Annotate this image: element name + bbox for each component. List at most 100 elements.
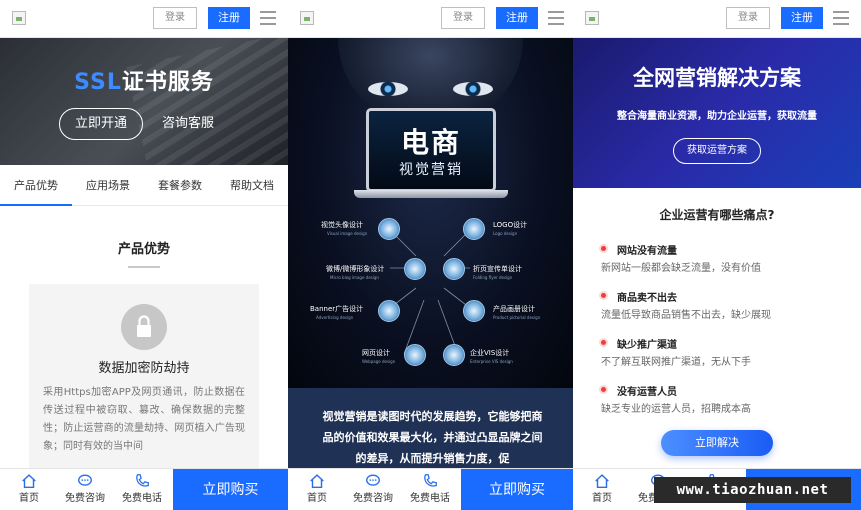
watermark: www.tiaozhuan.net	[654, 477, 851, 503]
tab-package-params[interactable]: 套餐参数	[144, 165, 216, 206]
lock-icon	[121, 304, 167, 350]
node-label: 折页宣传单设计	[473, 265, 522, 273]
register-button[interactable]: 注册	[496, 7, 538, 29]
tab-scenarios[interactable]: 应用场景	[72, 165, 144, 206]
node-label: 产品画册设计	[493, 305, 535, 313]
tab-advantages[interactable]: 产品优势	[0, 165, 72, 206]
solve-now-button[interactable]: 立即解决	[661, 430, 773, 456]
title-divider	[128, 266, 160, 268]
login-button[interactable]: 登录	[441, 7, 485, 29]
bottom-bar: 首页 免费咨询 免费电话 立即购买	[0, 468, 288, 510]
login-button[interactable]: 登录	[726, 7, 770, 29]
open-now-button[interactable]: 立即开通	[59, 108, 143, 140]
pain-title: 没有运营人员	[617, 387, 677, 398]
consult-service-button[interactable]: 咨询客服	[158, 108, 218, 140]
pain-desc: 缺乏专业的运营人员，招聘成本高	[601, 404, 751, 415]
node-label: 企业VIS设计	[470, 349, 510, 357]
free-consult-tab[interactable]: 免费咨询	[62, 469, 108, 510]
node-sublabel: Visual image design	[327, 231, 368, 236]
register-button[interactable]: 注册	[208, 7, 250, 29]
marketing-subtitle: 整合海量商业资源，助力企业运营，获取流量	[617, 111, 817, 122]
section-title: 产品优势	[117, 242, 170, 257]
logo-image[interactable]	[585, 11, 599, 25]
node-sublabel: Logo design	[493, 231, 518, 236]
node-label: 网页设计	[362, 349, 390, 357]
pain-points-section: 企业运营有哪些痛点? 网站没有流量 新网站一般都会缺乏流量，没有价值 商品卖不出…	[573, 188, 861, 468]
free-phone-tab[interactable]: 免费电话	[407, 469, 453, 510]
node-icon	[378, 300, 400, 322]
pain-title: 商品卖不出去	[617, 293, 677, 304]
top-bar: 登录 注册	[288, 0, 573, 38]
home-tab[interactable]: 首页	[579, 469, 625, 510]
chat-icon	[366, 474, 380, 486]
node-icon	[443, 344, 465, 366]
pain-desc: 新网站一般都会缺乏流量，没有价值	[601, 263, 761, 274]
node-label: Banner广告设计	[310, 305, 364, 313]
node-label: 微博/微博形象设计	[326, 265, 385, 273]
advantages-section: 产品优势 数据加密防劫持 采用Https加密APP及网页通讯，防止数据在传送过程…	[0, 206, 288, 474]
node-sublabel: Folding flyer design	[473, 275, 513, 280]
phone-icon	[136, 474, 149, 487]
ssl-panel: 登录 注册 SSL证书服务 立即开通 咨询客服 产品优势 应用场景 套餐参数 帮…	[0, 0, 288, 510]
buy-now-button[interactable]: 立即购买	[173, 469, 288, 510]
home-icon	[310, 474, 324, 489]
marketing-panel: 登录 注册 全网营销解决方案 整合海量商业资源，助力企业运营，获取流量 获取运营…	[573, 0, 861, 510]
phone-icon	[424, 474, 437, 487]
home-icon	[595, 474, 609, 489]
logo-image[interactable]	[300, 11, 314, 25]
feature-description: 采用Https加密APP及网页通讯，防止数据在传送过程中被窃取、篡改、确保数据的…	[43, 387, 245, 452]
node-label: LOGO设计	[493, 221, 528, 229]
ecommerce-description: 视觉营销是读图时代的发展趋势，它能够把商品的价值和效果最大化，并通过凸显品牌之间…	[288, 388, 573, 468]
menu-icon[interactable]	[548, 11, 564, 25]
node-icon	[404, 258, 426, 280]
node-icon	[463, 300, 485, 322]
description-text: 视觉营销是读图时代的发展趋势，它能够把商品的价值和效果最大化，并通过凸显品牌之间…	[322, 410, 543, 465]
pain-title: 网站没有流量	[617, 246, 677, 257]
top-bar: 登录 注册	[573, 0, 861, 38]
get-plan-button[interactable]: 获取运营方案	[673, 138, 761, 164]
ssl-tabs: 产品优势 应用场景 套餐参数 帮助文档	[0, 165, 288, 206]
ssl-title: SSL证书服务	[74, 70, 214, 95]
node-sublabel: Webpage design	[362, 359, 396, 364]
node-icon	[378, 218, 400, 240]
tab-help-docs[interactable]: 帮助文档	[216, 165, 288, 206]
ecommerce-panel: 登录 注册 电商 视觉营销 视觉头像设计 Visual image design…	[288, 0, 573, 510]
marketing-hero: 全网营销解决方案 整合海量商业资源，助力企业运营，获取流量 获取运营方案	[573, 38, 861, 188]
section-title: 企业运营有哪些痛点?	[659, 208, 775, 222]
bullet-dot	[601, 387, 606, 392]
free-phone-tab[interactable]: 免费电话	[119, 469, 165, 510]
bottom-bar: 首页 免费咨询 免费电话 立即购买	[288, 468, 573, 510]
menu-icon[interactable]	[833, 11, 849, 25]
connector-lines	[389, 229, 471, 355]
top-bar: 登录 注册	[0, 0, 288, 38]
logo-image[interactable]	[12, 11, 26, 25]
ecommerce-banner: 电商 视觉营销 视觉头像设计 Visual image design LOGO设…	[288, 38, 573, 388]
node-label: 视觉头像设计	[321, 221, 363, 229]
bullet-dot	[601, 340, 606, 345]
home-icon	[22, 474, 36, 489]
node-icon	[404, 344, 426, 366]
chat-icon	[78, 474, 92, 486]
free-consult-tab[interactable]: 免费咨询	[350, 469, 396, 510]
login-button[interactable]: 登录	[153, 7, 197, 29]
node-icon	[443, 258, 465, 280]
node-icon	[463, 218, 485, 240]
pain-desc: 流量低导致商品销售不出去，缺少展现	[601, 310, 771, 321]
node-sublabel: Product pictorial design	[493, 315, 541, 320]
menu-icon[interactable]	[260, 11, 276, 25]
home-tab[interactable]: 首页	[6, 469, 52, 510]
node-sublabel: Micro blog image design	[330, 275, 379, 280]
register-button[interactable]: 注册	[781, 7, 823, 29]
buy-now-button[interactable]: 立即购买	[461, 469, 573, 510]
home-tab[interactable]: 首页	[294, 469, 340, 510]
pain-desc: 不了解互联网推广渠道，无从下手	[601, 357, 751, 368]
feature-card: 数据加密防劫持 采用Https加密APP及网页通讯，防止数据在传送过程中被窃取、…	[29, 284, 259, 474]
node-sublabel: Enterprise VIS design	[470, 359, 513, 364]
bullet-dot	[601, 246, 606, 251]
marketing-title: 全网营销解决方案	[633, 66, 801, 90]
node-sublabel: Advertising design	[316, 315, 354, 320]
screenshot: 登录 注册 SSL证书服务 立即开通 咨询客服 产品优势 应用场景 套餐参数 帮…	[0, 0, 861, 510]
feature-title: 数据加密防劫持	[98, 361, 190, 376]
pain-title: 缺少推广渠道	[617, 340, 677, 351]
ssl-hero: SSL证书服务 立即开通 咨询客服	[0, 38, 288, 165]
